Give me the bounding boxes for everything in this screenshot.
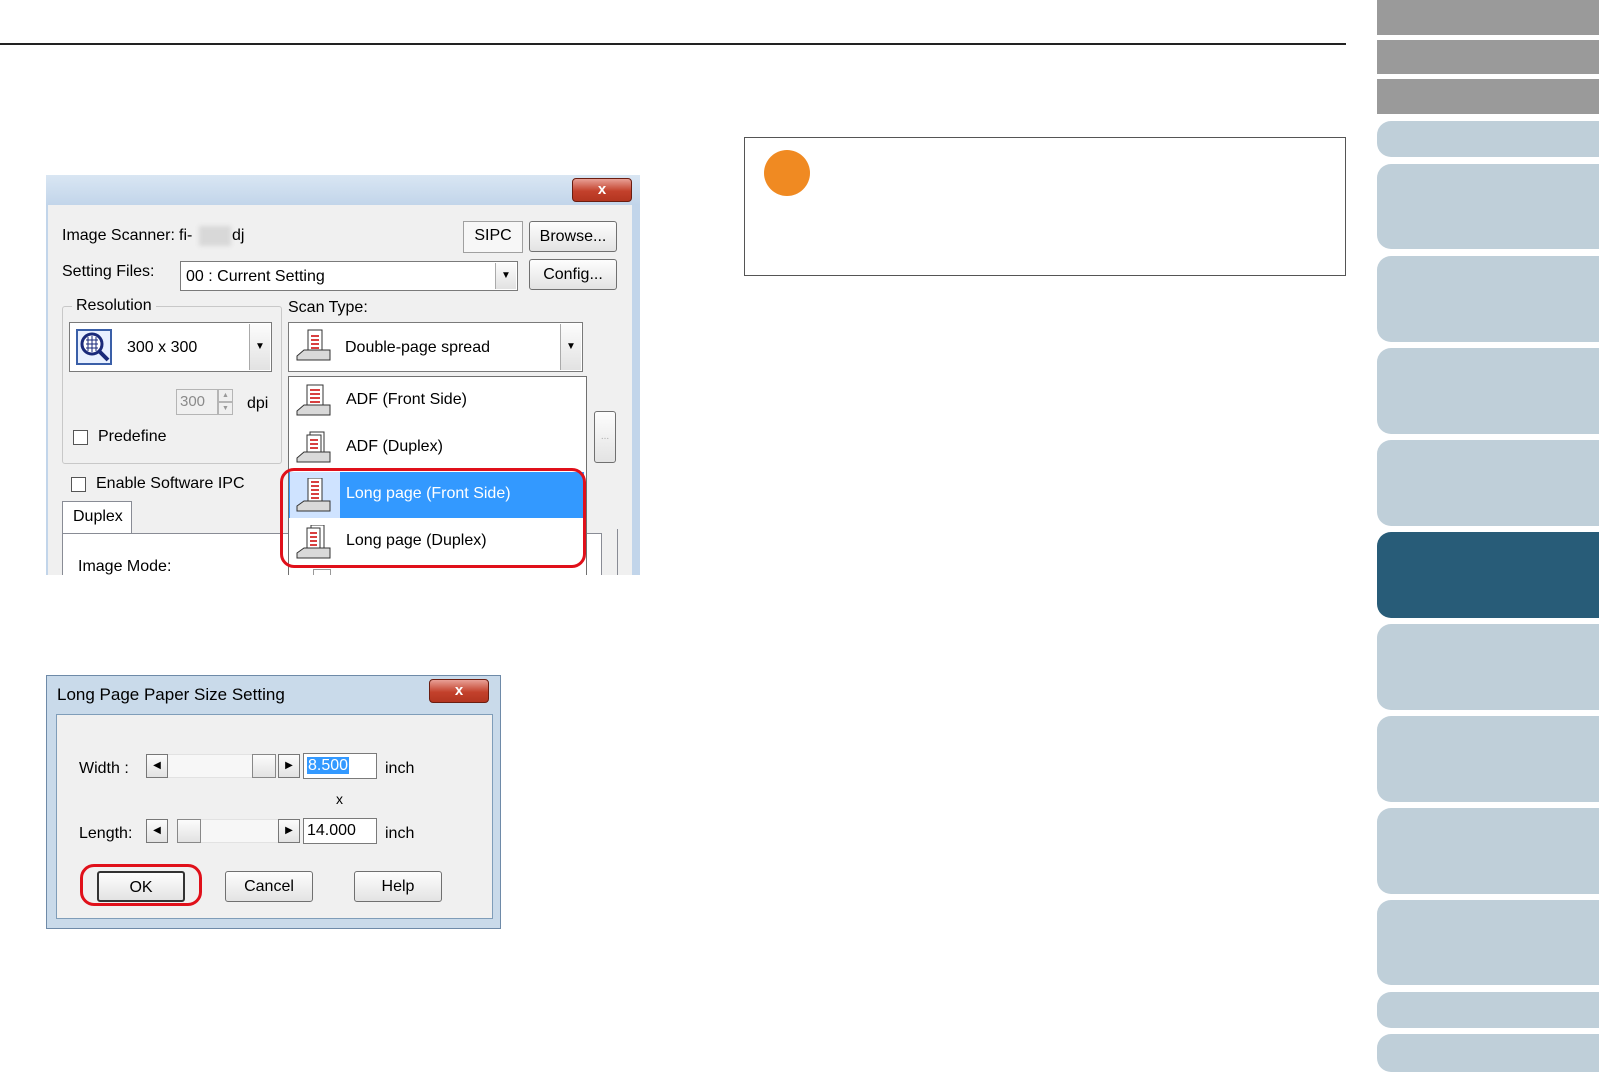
setting-files-label: Setting Files: xyxy=(62,263,155,280)
width-slider-thumb[interactable] xyxy=(252,754,276,778)
width-unit: inch xyxy=(385,760,415,777)
highlight-long-page-options xyxy=(280,468,586,568)
double-page-icon xyxy=(296,329,331,361)
resolution-value: 300 x 300 xyxy=(127,339,198,356)
scroll-right-icon[interactable]: ▶ xyxy=(278,819,300,843)
dropdown-option-label: ADF (Duplex) xyxy=(346,438,443,455)
width-label: Width : xyxy=(79,760,129,777)
length-unit: inch xyxy=(385,825,415,842)
times-sign: x xyxy=(336,791,343,807)
scan-type-value: Double-page spread xyxy=(345,339,490,356)
dropdown-option-label: ADF (Front Side) xyxy=(346,391,467,408)
predefine-checkbox[interactable] xyxy=(73,430,88,445)
nav-tab-11[interactable] xyxy=(1377,716,1599,802)
resolution-select[interactable]: 300 x 300 ▼ xyxy=(69,322,272,372)
predefine-label: Predefine xyxy=(98,428,167,445)
chevron-down-icon[interactable]: ▼ xyxy=(560,324,581,370)
length-slider-track[interactable] xyxy=(201,819,278,843)
dropdown-option-adf-front[interactable]: ADF (Front Side) xyxy=(289,378,584,424)
width-value: 8.500 xyxy=(307,757,350,774)
ellipsis-button[interactable]: ... xyxy=(594,411,616,463)
nav-tab-13[interactable] xyxy=(1377,900,1599,985)
config-button[interactable]: Config... xyxy=(529,259,617,290)
nav-tab-active[interactable] xyxy=(1377,532,1599,618)
spin-up-icon[interactable]: ▲ xyxy=(218,389,233,402)
setting-files-value: 00 : Current Setting xyxy=(186,268,325,285)
chevron-down-icon[interactable]: ▼ xyxy=(495,263,516,289)
dropdown-option-adf-duplex[interactable]: ADF (Duplex) xyxy=(289,425,584,471)
scanner-name-suffix: dj xyxy=(232,227,245,244)
length-input[interactable]: 14.000 xyxy=(303,818,377,844)
highlight-ok-button xyxy=(80,864,202,906)
dpi-unit-label: dpi xyxy=(247,395,269,412)
nav-tab-1[interactable] xyxy=(1377,0,1599,35)
driver-dialog-titlebar xyxy=(46,175,640,205)
scroll-right-icon[interactable]: ▶ xyxy=(278,754,300,778)
window-frame-left xyxy=(46,205,48,575)
chevron-down-icon[interactable]: ▼ xyxy=(249,324,270,370)
enable-ipc-label: Enable Software IPC xyxy=(96,475,245,492)
nav-tab-14[interactable] xyxy=(1377,992,1599,1028)
help-button[interactable]: Help xyxy=(354,871,442,902)
length-slider-thumb[interactable] xyxy=(177,819,201,843)
close-icon[interactable]: x xyxy=(429,679,489,703)
nav-tab-3[interactable] xyxy=(1377,79,1599,114)
length-label: Length: xyxy=(79,825,133,842)
sipc-badge: SIPC xyxy=(463,221,523,253)
attention-icon xyxy=(764,150,810,196)
nav-tab-12[interactable] xyxy=(1377,808,1599,894)
scroll-left-icon[interactable]: ◀ xyxy=(146,819,168,843)
nav-tab-7[interactable] xyxy=(1377,348,1599,434)
scanner-model-blur xyxy=(199,226,231,246)
browse-button[interactable]: Browse... xyxy=(529,221,617,252)
resolution-icon xyxy=(76,329,112,365)
dpi-input[interactable]: 300 xyxy=(176,389,218,415)
nav-tab-4[interactable] xyxy=(1377,121,1599,157)
nav-tab-10[interactable] xyxy=(1377,624,1599,710)
image-scanner-label: Image Scanner: xyxy=(62,227,175,244)
scan-type-label: Scan Type: xyxy=(288,299,368,316)
tab-duplex-label: Duplex xyxy=(73,508,123,525)
nav-tab-15[interactable] xyxy=(1377,1034,1599,1072)
scan-type-select[interactable]: Double-page spread ▼ xyxy=(288,322,583,372)
nav-tab-8[interactable] xyxy=(1377,440,1599,526)
window-frame-right xyxy=(632,205,640,575)
header-rule xyxy=(0,43,1346,45)
width-slider-track[interactable] xyxy=(168,754,252,778)
spin-down-icon[interactable]: ▼ xyxy=(218,402,233,415)
close-icon[interactable]: x xyxy=(572,178,632,202)
note-box xyxy=(744,137,1346,276)
scanner-name-prefix: fi- xyxy=(179,227,193,244)
more-option-icon xyxy=(313,569,331,575)
nav-tab-6[interactable] xyxy=(1377,256,1599,342)
nav-tab-2[interactable] xyxy=(1377,40,1599,74)
resolution-group-title: Resolution xyxy=(72,297,156,315)
dialog-title: Long Page Paper Size Setting xyxy=(57,685,285,704)
adf-duplex-icon xyxy=(296,431,331,463)
adf-front-icon xyxy=(296,384,331,416)
cancel-button[interactable]: Cancel xyxy=(225,871,313,902)
nav-tab-5[interactable] xyxy=(1377,164,1599,249)
tab-duplex[interactable]: Duplex xyxy=(62,501,132,534)
enable-ipc-checkbox[interactable] xyxy=(71,477,86,492)
scroll-left-icon[interactable]: ◀ xyxy=(146,754,168,778)
width-input[interactable]: 8.500 xyxy=(303,753,377,779)
image-mode-label: Image Mode: xyxy=(78,558,172,575)
setting-files-select[interactable]: 00 : Current Setting ▼ xyxy=(180,261,518,291)
panel-edge xyxy=(587,529,618,575)
